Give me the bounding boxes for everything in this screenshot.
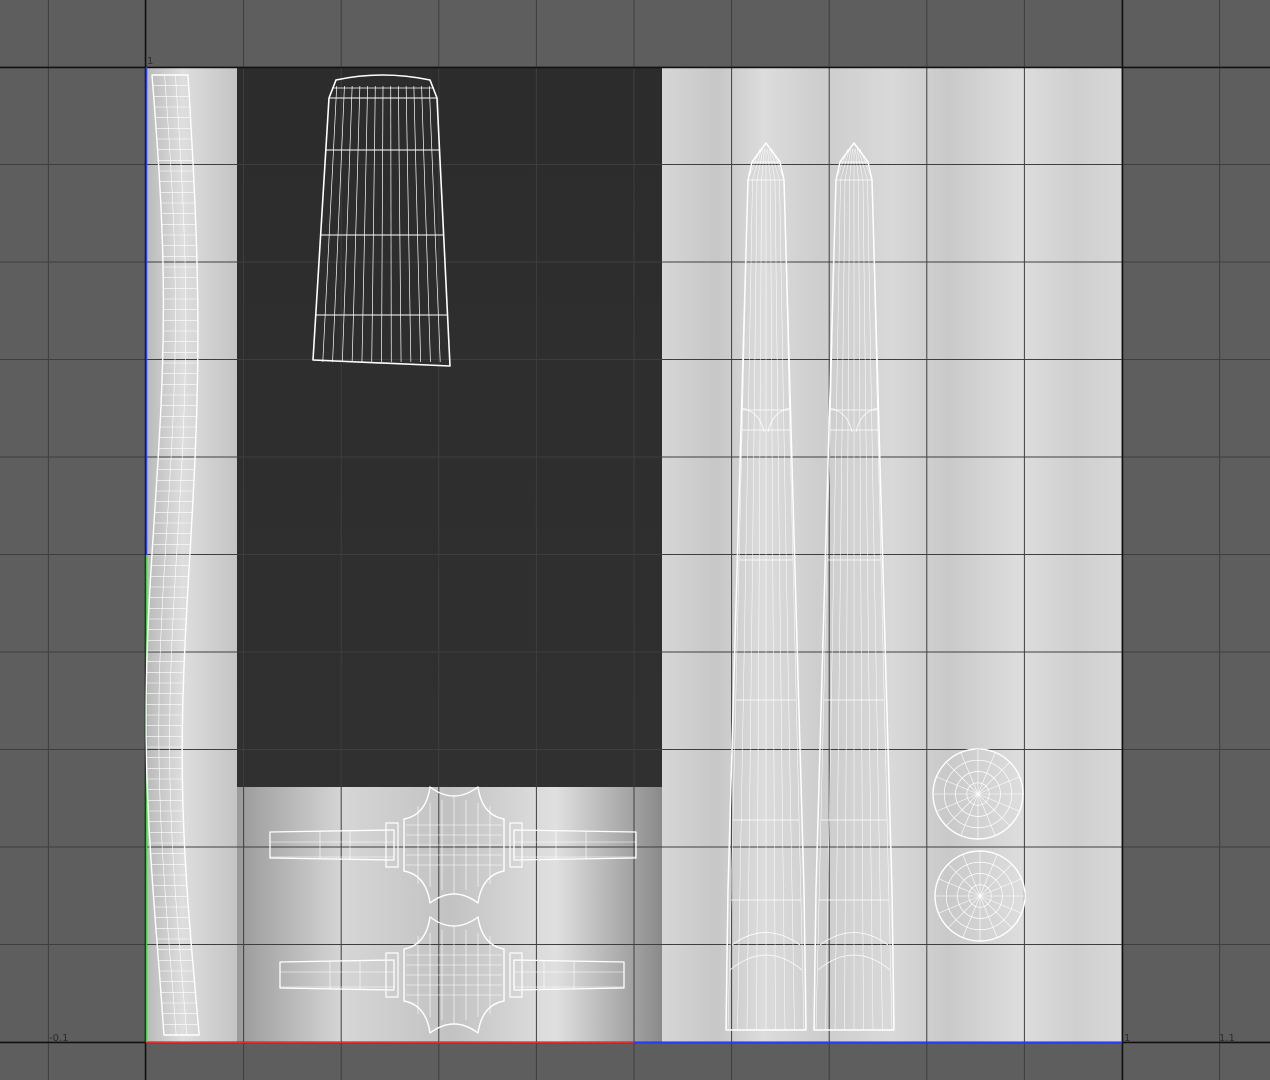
axis-label-u-max: 1.1 bbox=[1219, 1033, 1235, 1044]
axis-label-u-one: 1 bbox=[1124, 1033, 1130, 1044]
uv-shell-disc-disc-lower[interactable] bbox=[934, 850, 1026, 942]
texture-dark-panel bbox=[237, 67, 662, 787]
uv-shell-disc-disc-upper[interactable] bbox=[932, 748, 1024, 840]
axis-label-u-min: -0.1 bbox=[49, 1033, 69, 1044]
uv-editor[interactable]: 1 -0.1 1 1.1 bbox=[0, 0, 1270, 1080]
uv-viewport[interactable]: 1 -0.1 1 1.1 bbox=[0, 0, 1270, 1080]
axis-label-v-top: 1 bbox=[147, 56, 153, 67]
